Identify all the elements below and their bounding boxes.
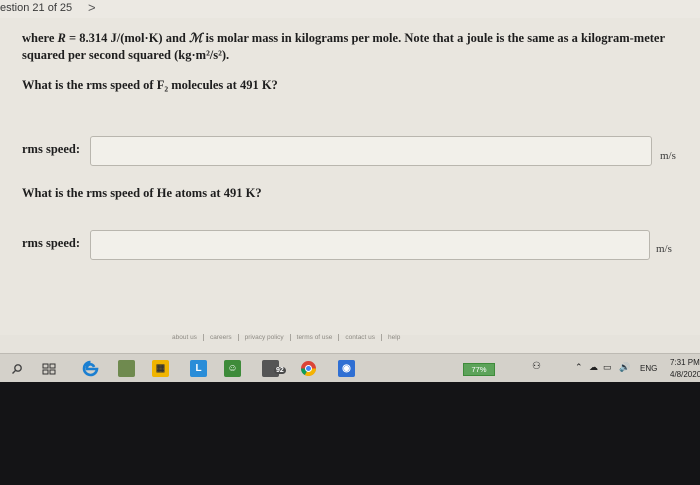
search-icon[interactable]	[8, 360, 25, 377]
rms-speed-he-field[interactable]	[90, 230, 650, 260]
footer-link-terms-of-use[interactable]: terms of use	[291, 334, 340, 341]
intro-text: where	[22, 31, 58, 45]
intro-text: is molar mass in kilograms per mole. Not…	[202, 31, 666, 45]
footer-link-contact-us[interactable]: contact us	[339, 334, 383, 341]
question-2-unit: m/s	[656, 243, 672, 255]
windows-taskbar: ▦ L ☺ 92 ◉ 77% ⚇ ⌃ ☁ ▭ 🔊 ENG 7:31 PM 4/8…	[0, 353, 700, 382]
intro-text: = 8.314 J/(mol·K) and	[65, 31, 189, 45]
question-1-unit: m/s	[660, 150, 676, 162]
mail-badge: 92	[274, 367, 286, 374]
question-counter: estion 21 of 25	[0, 2, 73, 14]
gas-constant-symbol: R	[57, 31, 66, 45]
file-explorer-icon[interactable]	[118, 360, 135, 377]
volume-icon[interactable]: 🔊	[619, 362, 630, 373]
question-content: where R = 8.314 J/(mol·K) and ℳ is molar…	[0, 18, 700, 335]
rms-speed-he-input[interactable]	[91, 231, 649, 259]
intro-line-1: where R = 8.314 J/(mol·K) and ℳ is molar…	[22, 30, 665, 46]
rms-speed-f2-field[interactable]	[90, 136, 652, 166]
browser-screen: estion 21 of 25 > where R = 8.314 J/(mol…	[0, 0, 700, 382]
question-2-prompt: What is the rms speed of He atoms at 491…	[22, 186, 262, 200]
clock-date[interactable]: 4/8/2020	[670, 370, 700, 379]
footer-link-privacy-policy[interactable]: privacy policy	[239, 334, 291, 341]
language-indicator[interactable]: ENG	[640, 364, 657, 373]
footer-links: about us careers privacy policy terms of us…	[166, 334, 406, 341]
task-view-icon[interactable]	[40, 360, 57, 377]
launcher-icon[interactable]: L	[190, 360, 207, 377]
chrome-icon[interactable]	[300, 360, 317, 377]
battery-indicator[interactable]: 77%	[463, 363, 495, 376]
next-question-chevron-icon[interactable]: >	[88, 0, 96, 15]
people-icon[interactable]: ⚇	[532, 361, 541, 372]
intro-line-2: squared per second squared (kg·m²/s²).	[22, 48, 230, 62]
app-icon[interactable]: ◉	[338, 360, 355, 377]
chevron-up-icon[interactable]: ⌃	[575, 362, 583, 373]
footer-link-careers[interactable]: careers	[204, 334, 239, 341]
onedrive-icon[interactable]: ☁	[589, 362, 598, 373]
clock-time[interactable]: 7:31 PM	[670, 358, 700, 367]
question-header: estion 21 of 25 >	[0, 0, 700, 19]
question-1-label: rms speed:	[22, 142, 80, 156]
footer-link-about-us[interactable]: about us	[166, 334, 204, 341]
network-icon[interactable]: ▭	[603, 362, 612, 373]
footer-link-help[interactable]: help	[382, 334, 406, 341]
mail-icon[interactable]: 92	[262, 360, 286, 377]
question-1-prompt: What is the rms speed of F₂ molecules at…	[22, 78, 278, 92]
rms-speed-f2-input[interactable]	[91, 137, 651, 165]
store-icon[interactable]: ▦	[152, 360, 169, 377]
media-icon[interactable]: ☺	[224, 360, 241, 377]
question-2-label: rms speed:	[22, 236, 80, 250]
molar-mass-symbol: ℳ	[188, 31, 203, 45]
edge-icon[interactable]	[82, 360, 99, 377]
